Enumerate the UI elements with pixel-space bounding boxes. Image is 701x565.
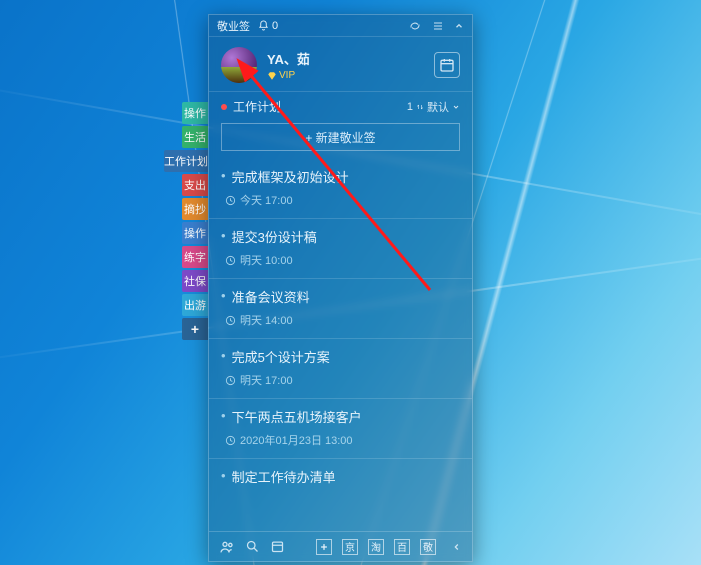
clock-icon bbox=[225, 255, 236, 266]
category-tab[interactable]: 练字 bbox=[182, 246, 208, 268]
list-item[interactable]: • 完成5个设计方案明天 17:00 bbox=[209, 338, 472, 398]
collapse-icon[interactable] bbox=[454, 21, 464, 31]
titlebar: 敬业签 0 bbox=[209, 15, 472, 37]
bullet-icon: • bbox=[221, 407, 226, 425]
sort-icon bbox=[416, 102, 424, 112]
category-tab[interactable]: 摘抄 bbox=[182, 198, 208, 220]
item-title: 下午两点五机场接客户 bbox=[232, 407, 362, 426]
user-header: YA、茹 VIP bbox=[209, 37, 472, 92]
quick-link-jingye[interactable]: 敬 bbox=[420, 539, 436, 555]
item-title: 准备会议资料 bbox=[232, 287, 310, 306]
menu-icon[interactable] bbox=[432, 20, 444, 32]
bell-icon bbox=[258, 20, 269, 31]
item-time: 2020年01月23日 13:00 bbox=[221, 432, 460, 448]
new-note-label: + 新建敬业签 bbox=[305, 129, 375, 146]
calendar-button[interactable] bbox=[434, 52, 460, 78]
item-time: 明天 14:00 bbox=[221, 312, 460, 328]
clock-icon bbox=[225, 195, 236, 206]
category-tab[interactable]: 生活 bbox=[182, 126, 208, 148]
expand-footer-button[interactable] bbox=[452, 542, 462, 552]
app-name: 敬业签 bbox=[217, 18, 250, 34]
footer-bar: 京 淘 百 敬 bbox=[209, 531, 472, 561]
app-window: 敬业签 0 YA、茹 VIP bbox=[208, 14, 473, 562]
sync-icon[interactable] bbox=[408, 20, 422, 32]
notifications-button[interactable]: 0 bbox=[258, 20, 278, 32]
item-title: 提交3份设计稿 bbox=[232, 227, 317, 246]
item-title: 制定工作待办清单 bbox=[232, 467, 336, 486]
add-square-button[interactable] bbox=[316, 539, 332, 555]
calendar-icon bbox=[439, 57, 455, 73]
sort-button[interactable]: 1 默认 bbox=[407, 99, 460, 115]
bullet-icon: • bbox=[221, 227, 226, 245]
vip-badge: VIP bbox=[267, 70, 434, 81]
item-time: 明天 10:00 bbox=[221, 252, 460, 268]
side-tabs: 操作生活工作计划支出摘抄操作练字社保出游+ bbox=[182, 102, 208, 340]
list-item[interactable]: • 准备会议资料明天 14:00 bbox=[209, 278, 472, 338]
item-time: 今天 17:00 bbox=[221, 192, 460, 208]
item-title: 完成框架及初始设计 bbox=[232, 167, 349, 186]
search-icon bbox=[245, 539, 260, 554]
search-button[interactable] bbox=[245, 539, 260, 554]
clock-icon bbox=[225, 315, 236, 326]
plus-icon bbox=[319, 542, 329, 552]
team-button[interactable] bbox=[219, 539, 235, 555]
avatar[interactable] bbox=[221, 47, 257, 83]
category-tab[interactable]: 操作 bbox=[182, 222, 208, 244]
chevron-down-icon bbox=[452, 103, 460, 111]
category-row: 工作计划 1 默认 bbox=[209, 92, 472, 119]
item-title: 完成5个设计方案 bbox=[232, 347, 330, 366]
bullet-icon: • bbox=[221, 167, 226, 185]
chevron-right-icon bbox=[452, 542, 462, 552]
clock-icon bbox=[225, 375, 236, 386]
bullet-icon: • bbox=[221, 287, 226, 305]
note-list: • 完成框架及初始设计今天 17:00 • 提交3份设计稿明天 10:00 • 准备会议资… bbox=[209, 159, 472, 531]
calendar-small-icon bbox=[270, 539, 285, 554]
bullet-icon: • bbox=[221, 467, 226, 485]
quick-link-bai[interactable]: 百 bbox=[394, 539, 410, 555]
category-tab[interactable]: 社保 bbox=[182, 270, 208, 292]
list-item[interactable]: • 制定工作待办清单 bbox=[209, 458, 472, 496]
quick-link-jing[interactable]: 京 bbox=[342, 539, 358, 555]
category-count: 1 bbox=[407, 101, 413, 113]
history-button[interactable] bbox=[270, 539, 285, 554]
diamond-icon bbox=[267, 71, 277, 81]
category-color-dot bbox=[221, 104, 227, 110]
category-tab[interactable]: 工作计划 bbox=[164, 150, 208, 172]
new-note-button[interactable]: + 新建敬业签 bbox=[221, 123, 460, 151]
category-name: 工作计划 bbox=[233, 98, 281, 115]
list-item[interactable]: • 下午两点五机场接客户 2020年01月23日 13:00 bbox=[209, 398, 472, 458]
list-item[interactable]: • 完成框架及初始设计今天 17:00 bbox=[209, 159, 472, 218]
people-icon bbox=[219, 539, 235, 555]
bullet-icon: • bbox=[221, 347, 226, 365]
list-item[interactable]: • 提交3份设计稿明天 10:00 bbox=[209, 218, 472, 278]
add-category-tab[interactable]: + bbox=[182, 318, 208, 340]
category-tab[interactable]: 出游 bbox=[182, 294, 208, 316]
notification-count: 0 bbox=[272, 20, 278, 32]
desktop-background: 操作生活工作计划支出摘抄操作练字社保出游+ 敬业签 0 YA、茹 VIP bbox=[0, 0, 701, 565]
username: YA、茹 bbox=[267, 49, 434, 68]
item-time: 明天 17:00 bbox=[221, 372, 460, 388]
sort-label: 默认 bbox=[427, 99, 449, 115]
clock-icon bbox=[225, 435, 236, 446]
category-tab[interactable]: 操作 bbox=[182, 102, 208, 124]
quick-link-tao[interactable]: 淘 bbox=[368, 539, 384, 555]
category-tab[interactable]: 支出 bbox=[182, 174, 208, 196]
